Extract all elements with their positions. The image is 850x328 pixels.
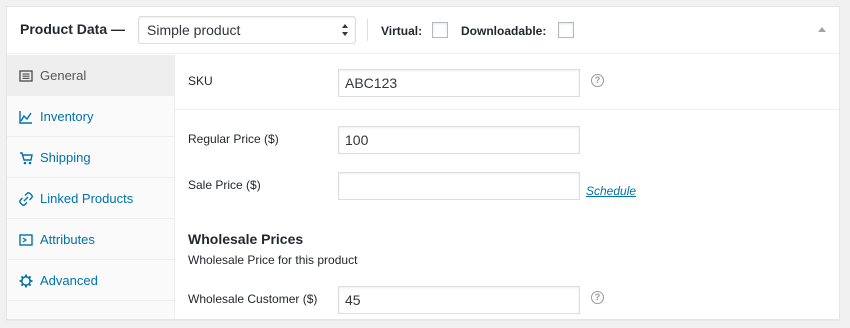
virtual-label: Virtual: [381,24,423,38]
sku-label: SKU [188,74,213,88]
schedule-link[interactable]: Schedule [586,184,636,198]
tab-label: Advanced [40,273,98,288]
downloadable-checkbox[interactable] [558,22,574,38]
tab-shipping[interactable]: Shipping [7,137,174,178]
tab-linked-products[interactable]: Linked Products [7,178,174,219]
product-data-header: Product Data — Simple product Virtual: D… [7,7,839,54]
tab-label: Inventory [40,109,94,124]
product-type-select[interactable]: Simple product [138,16,356,44]
tab-label: General [40,68,87,83]
tab-general[interactable]: General [7,55,174,96]
regular-price-label: Regular Price ($) [188,132,279,146]
sku-input[interactable] [338,69,580,97]
linked-products-icon [19,192,33,206]
general-icon [19,70,33,82]
product-data-tabs: General Inventory Shipping Linked Produc… [7,55,175,319]
tab-attributes[interactable]: Attributes [7,219,174,260]
product-data-panel: Product Data — Simple product Virtual: D… [6,6,840,320]
select-arrows-icon [342,24,348,36]
help-icon[interactable]: ? [591,74,604,87]
product-type-value: Simple product [147,22,241,38]
inventory-icon [19,111,32,124]
downloadable-label: Downloadable: [461,24,547,38]
collapse-toggle-icon[interactable] [818,27,826,32]
section-divider [175,109,839,110]
header-divider [367,19,368,41]
shipping-icon [20,152,33,165]
virtual-checkbox[interactable] [432,22,448,38]
sale-price-label: Sale Price ($) [188,178,261,192]
tab-label: Linked Products [40,191,134,206]
general-tab-content: SKU ? Regular Price ($) Sale Price ($) S… [175,55,839,319]
panel-title: Product Data — [20,21,126,37]
advanced-icon [19,274,33,288]
attributes-icon [19,234,33,246]
tab-inventory[interactable]: Inventory [7,96,174,137]
sale-price-input[interactable] [338,172,580,200]
wholesale-prices-description: Wholesale Price for this product [188,253,358,267]
help-icon[interactable]: ? [591,291,604,304]
tab-advanced[interactable]: Advanced [7,260,174,301]
tab-label: Shipping [40,150,91,165]
tab-label: Attributes [40,232,95,247]
wholesale-prices-heading: Wholesale Prices [188,231,304,247]
regular-price-input[interactable] [338,126,580,154]
wholesale-customer-input[interactable] [338,286,580,314]
wholesale-customer-label: Wholesale Customer ($) [188,292,318,306]
